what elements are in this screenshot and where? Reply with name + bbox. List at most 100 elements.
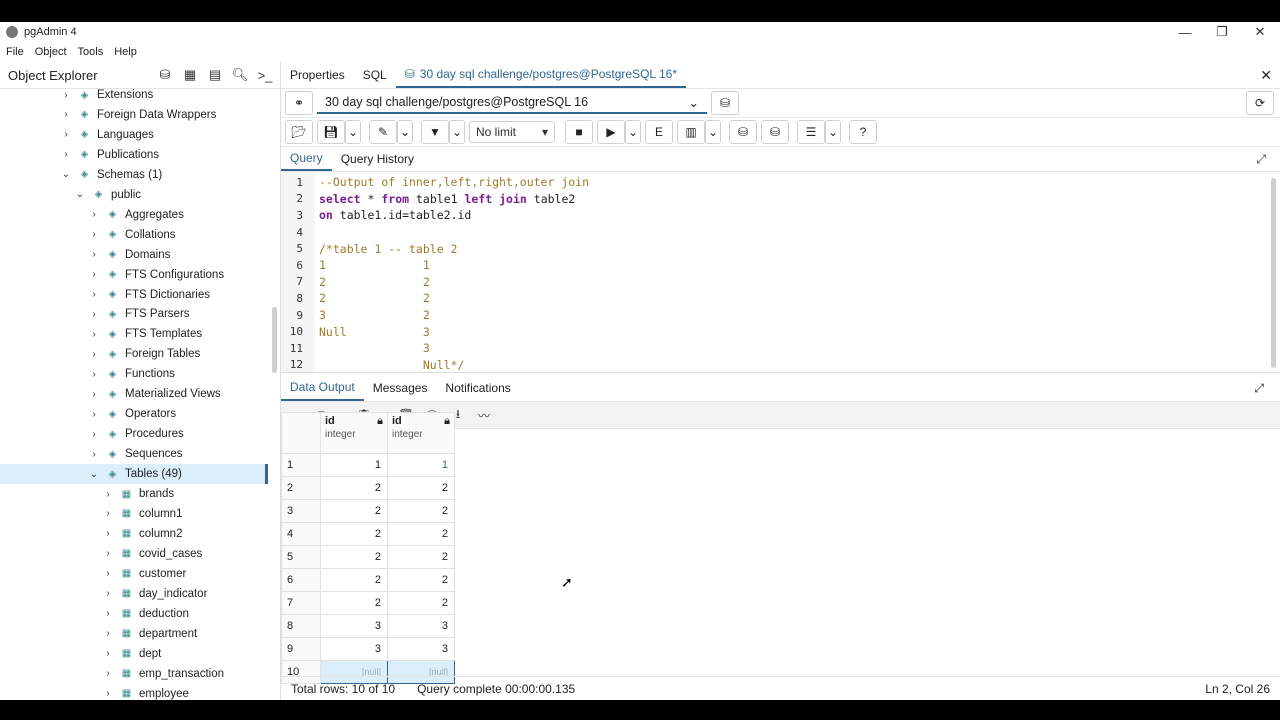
table-row[interactable]: 622 (281, 568, 455, 592)
explain-analyze-icon[interactable]: ▥ (677, 120, 705, 144)
table-cell[interactable]: 2 (320, 568, 388, 592)
chevron-down-icon[interactable]: ⌄ (60, 169, 72, 180)
chevron-right-icon[interactable]: › (102, 688, 114, 699)
table-row[interactable]: 522 (281, 545, 455, 569)
chevron-right-icon[interactable]: › (102, 528, 114, 539)
tree-item[interactable]: › ◈ Materialized Views (0, 384, 268, 404)
row-number[interactable]: 6 (281, 568, 321, 592)
table-cell[interactable]: 2 (387, 522, 455, 546)
tree-item[interactable]: › ▦ customer (0, 564, 268, 584)
tree-item[interactable]: ⌄ ◈ Schemas (1) (0, 165, 268, 185)
explain-dropdown-icon[interactable]: ⌄ (705, 120, 721, 144)
menu-help[interactable]: Help (114, 46, 137, 58)
stop-icon[interactable]: ■ (565, 120, 593, 144)
tab-notifications[interactable]: Notifications (436, 375, 519, 401)
chevron-right-icon[interactable]: › (102, 489, 114, 500)
chevron-right-icon[interactable]: › (102, 568, 114, 579)
commit-icon[interactable]: ⛁ (729, 120, 757, 144)
table-cell[interactable]: 3 (387, 637, 455, 661)
chevron-down-icon[interactable]: ⌄ (88, 469, 100, 480)
table-cell[interactable]: 3 (387, 614, 455, 638)
save-file-icon[interactable]: 💾︎ (317, 120, 345, 144)
table-row[interactable]: 322 (281, 499, 455, 523)
execute-dropdown-icon[interactable]: ⌄ (625, 120, 641, 144)
psql-tool-icon[interactable]: >_ (255, 65, 275, 85)
tree-item[interactable]: › ▦ emp_transaction (0, 664, 268, 684)
table-cell[interactable]: 2 (320, 522, 388, 546)
table-cell[interactable]: 2 (387, 476, 455, 500)
tab-query[interactable]: Query (281, 147, 332, 171)
table-cell[interactable]: 2 (320, 545, 388, 569)
tab-messages[interactable]: Messages (364, 375, 437, 401)
tree-item[interactable]: › ▦ department (0, 624, 268, 644)
rollback-icon[interactable]: ⛁ (761, 120, 789, 144)
chevron-right-icon[interactable]: › (60, 109, 72, 120)
expand-editor-icon[interactable]: ⤢ (1256, 152, 1266, 167)
editor-scrollbar[interactable] (1271, 178, 1276, 368)
tree-item[interactable]: › ◈ Aggregates (0, 205, 268, 225)
chevron-right-icon[interactable]: › (88, 249, 100, 260)
table-cell[interactable]: 2 (387, 568, 455, 592)
table-cell[interactable]: 1 (387, 453, 455, 477)
row-number[interactable]: 8 (281, 614, 321, 638)
row-number[interactable]: 4 (281, 522, 321, 546)
row-number[interactable]: 3 (281, 499, 321, 523)
open-file-icon[interactable]: 📂︎ (285, 120, 313, 144)
chevron-right-icon[interactable]: › (102, 548, 114, 559)
table-cell[interactable]: 1 (320, 453, 388, 477)
tree-item[interactable]: › ▦ dept (0, 644, 268, 664)
table-cell[interactable]: 2 (320, 591, 388, 615)
tree-item[interactable]: › ▦ covid_cases (0, 544, 268, 564)
tree-item[interactable]: › ◈ FTS Templates (0, 324, 268, 344)
tree-item[interactable]: › ◈ Functions (0, 364, 268, 384)
tab-data-output[interactable]: Data Output (281, 375, 364, 401)
table-row[interactable]: 933 (281, 637, 455, 661)
tree-scrollbar[interactable] (272, 307, 277, 373)
search-icon[interactable]: 🔍︎ (230, 65, 250, 85)
tab-sql[interactable]: SQL (354, 62, 396, 88)
table-cell[interactable]: 2 (320, 499, 388, 523)
close-tab-icon[interactable]: ✕ (1260, 67, 1272, 84)
macros-icon[interactable]: ☰ (797, 120, 825, 144)
row-number[interactable]: 5 (281, 545, 321, 569)
tree-item[interactable]: › ▦ day_indicator (0, 584, 268, 604)
menu-object[interactable]: Object (35, 46, 67, 58)
tree-item[interactable]: › ◈ Publications (0, 145, 268, 165)
tree-item[interactable]: › ◈ FTS Dictionaries (0, 285, 268, 305)
macros-dropdown-icon[interactable]: ⌄ (825, 120, 841, 144)
chevron-right-icon[interactable]: › (88, 349, 100, 360)
edit-dropdown-icon[interactable]: ⌄ (397, 120, 413, 144)
tree-item[interactable]: › ◈ FTS Configurations (0, 265, 268, 285)
row-limit-select[interactable]: No limit ▾ (469, 121, 555, 143)
chevron-right-icon[interactable]: › (102, 508, 114, 519)
table-row[interactable]: 422 (281, 522, 455, 546)
chevron-right-icon[interactable]: › (60, 90, 72, 101)
sql-editor[interactable]: 1 --Output of inner,left,right,outer join… (281, 172, 1280, 373)
help-icon[interactable]: ? (849, 120, 877, 144)
expand-output-icon[interactable]: ⤢ (1254, 381, 1264, 396)
explain-icon[interactable]: E (645, 120, 673, 144)
tree-item[interactable]: › ◈ FTS Parsers (0, 304, 268, 324)
menu-file[interactable]: File (6, 46, 24, 58)
chevron-right-icon[interactable]: › (88, 389, 100, 400)
table-row[interactable]: 722 (281, 591, 455, 615)
close-window-button[interactable]: ✕ (1241, 22, 1279, 42)
table-row[interactable]: 833 (281, 614, 455, 638)
tree-item[interactable]: › ▦ employee (0, 684, 268, 701)
tree-item[interactable]: › ◈ Foreign Tables (0, 344, 268, 364)
menu-tools[interactable]: Tools (78, 46, 104, 58)
restore-button[interactable]: ❐ (1203, 22, 1241, 42)
table-row[interactable]: 222 (281, 476, 455, 500)
column-header[interactable]: id 🔒︎ integer (387, 412, 455, 454)
filter-icon[interactable]: ▼ (421, 120, 449, 144)
table-cell[interactable]: 2 (387, 545, 455, 569)
filter-dropdown-icon[interactable]: ⌄ (449, 120, 465, 144)
row-number[interactable]: 7 (281, 591, 321, 615)
chevron-right-icon[interactable]: › (60, 149, 72, 160)
chevron-right-icon[interactable]: › (88, 229, 100, 240)
chevron-right-icon[interactable]: › (102, 648, 114, 659)
tree-item[interactable]: › ◈ Domains (0, 245, 268, 265)
tree-item[interactable]: ⌄ ◈ Tables (49) (0, 464, 268, 485)
view-data-icon[interactable]: ▦ (180, 65, 200, 85)
minimize-button[interactable]: — (1166, 22, 1204, 42)
